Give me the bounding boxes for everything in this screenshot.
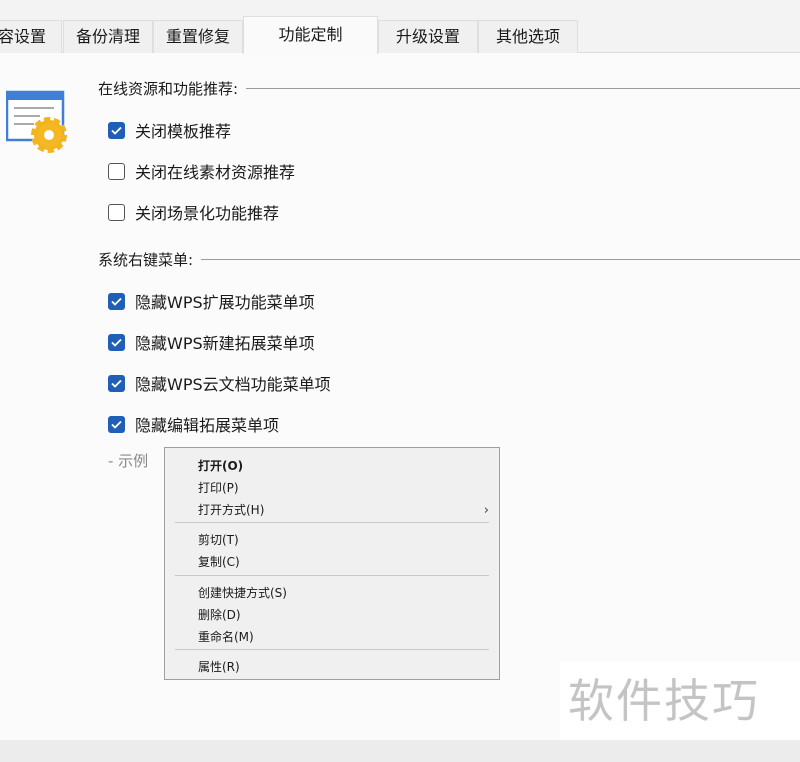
menu-item-open-with[interactable]: 打开方式(H) xyxy=(198,501,264,518)
watermark: 软件技巧 xyxy=(560,662,800,740)
tab-reset[interactable]: 重置修复 xyxy=(153,20,243,53)
checkbox-icon xyxy=(108,203,125,221)
checkbox-icon xyxy=(108,374,125,392)
checkbox-hide-edit-ext[interactable]: 隐藏编辑拓展菜单项 xyxy=(108,412,279,436)
settings-window-icon xyxy=(6,90,67,153)
example-label: - 示例 xyxy=(108,452,149,470)
checkbox-hide-wps-cloud[interactable]: 隐藏WPS云文档功能菜单项 xyxy=(108,371,331,395)
divider xyxy=(201,259,800,260)
menu-item-rename[interactable]: 重命名(M) xyxy=(198,628,254,645)
divider xyxy=(246,88,800,89)
tab-bar: 兼容设置 备份清理 重置修复 功能定制 升级设置 其他选项 xyxy=(0,16,800,54)
menu-separator xyxy=(175,522,489,523)
checkbox-close-template[interactable]: 关闭模板推荐 xyxy=(108,118,231,142)
menu-item-print[interactable]: 打印(P) xyxy=(198,479,239,496)
checkbox-close-scene[interactable]: 关闭场景化功能推荐 xyxy=(108,200,279,224)
menu-item-copy[interactable]: 复制(C) xyxy=(198,553,240,570)
checkbox-hide-wps-ext[interactable]: 隐藏WPS扩展功能菜单项 xyxy=(108,289,315,313)
tab-other[interactable]: 其他选项 xyxy=(478,20,578,53)
menu-separator xyxy=(175,575,489,576)
menu-separator xyxy=(175,649,489,650)
checkbox-icon xyxy=(108,162,125,180)
checkbox-icon xyxy=(108,121,125,139)
tab-compat[interactable]: 兼容设置 xyxy=(0,20,62,53)
context-menu-preview: 打开(O) 打印(P) 打开方式(H) › 剪切(T) 复制(C) 创建快捷方式… xyxy=(164,447,500,680)
checkbox-icon xyxy=(108,333,125,351)
checkbox-icon xyxy=(108,292,125,310)
checkbox-close-online-material[interactable]: 关闭在线素材资源推荐 xyxy=(108,159,295,183)
checkbox-icon xyxy=(108,415,125,433)
menu-item-delete[interactable]: 删除(D) xyxy=(198,606,241,623)
tab-upgrade[interactable]: 升级设置 xyxy=(378,20,478,53)
context-section-header: 系统右键菜单: xyxy=(98,249,800,270)
online-section-header: 在线资源和功能推荐: xyxy=(98,78,800,99)
chevron-right-icon: › xyxy=(483,503,489,518)
tab-backup[interactable]: 备份清理 xyxy=(63,20,153,53)
footer-bar xyxy=(0,740,800,762)
menu-item-properties[interactable]: 属性(R) xyxy=(198,658,240,675)
tab-customize[interactable]: 功能定制 xyxy=(243,16,378,54)
menu-item-cut[interactable]: 剪切(T) xyxy=(198,531,239,548)
menu-item-open[interactable]: 打开(O) xyxy=(198,457,243,474)
menu-item-create-shortcut[interactable]: 创建快捷方式(S) xyxy=(198,584,287,601)
checkbox-hide-wps-new[interactable]: 隐藏WPS新建拓展菜单项 xyxy=(108,330,315,354)
